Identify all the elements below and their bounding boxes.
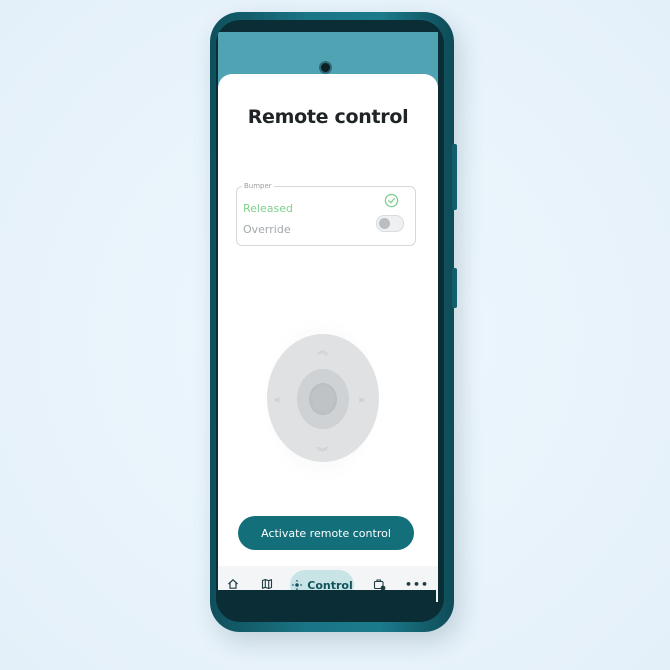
chevron-right-icon[interactable]: » bbox=[358, 394, 365, 405]
activate-remote-control-button[interactable]: Activate remote control bbox=[238, 516, 414, 550]
more-icon: ••• bbox=[404, 577, 430, 591]
phone-frame: Remote control Released Override Bumper bbox=[210, 12, 457, 632]
tasks-icon bbox=[373, 578, 385, 590]
chevron-up-icon[interactable]: ︽ bbox=[317, 345, 328, 356]
scene-background: Remote control Released Override Bumper bbox=[0, 0, 670, 670]
toggle-knob bbox=[379, 218, 390, 229]
chevron-left-icon[interactable]: « bbox=[274, 394, 281, 405]
bumper-released-label: Released bbox=[243, 202, 293, 215]
bumper-override-label: Override bbox=[243, 223, 291, 236]
front-camera-icon bbox=[321, 63, 330, 72]
phone-side-button bbox=[452, 144, 457, 210]
override-toggle[interactable] bbox=[376, 215, 404, 232]
chevron-down-icon[interactable]: ︾ bbox=[317, 447, 328, 458]
check-circle-icon bbox=[384, 193, 399, 208]
home-icon bbox=[228, 579, 238, 589]
phone-bezel: Remote control Released Override Bumper bbox=[216, 20, 444, 622]
phone-side-button bbox=[452, 268, 457, 308]
map-icon bbox=[261, 578, 273, 590]
bumper-legend: Bumper bbox=[242, 182, 274, 190]
phone-screen: Remote control Released Override Bumper bbox=[218, 32, 438, 602]
joystick-knob[interactable] bbox=[309, 383, 337, 415]
page-title: Remote control bbox=[247, 106, 409, 128]
phone-chin bbox=[216, 590, 436, 602]
bumper-card: Released Override bbox=[236, 186, 416, 246]
